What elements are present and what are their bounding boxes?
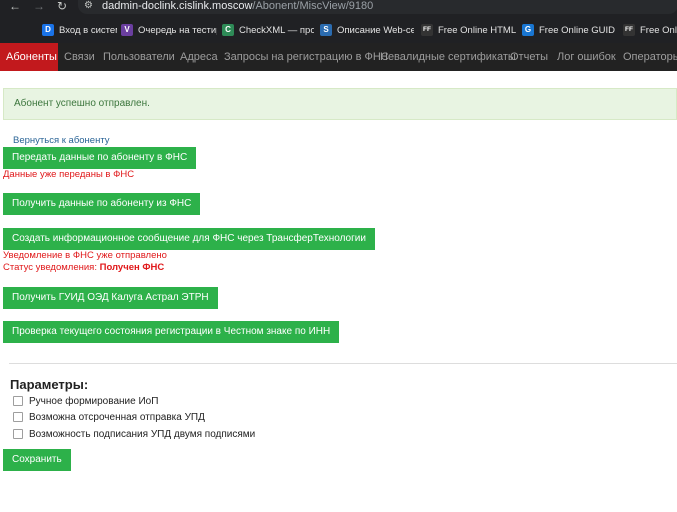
option-deferred-upd[interactable]: Возможна отсроченная отправка УПД — [13, 410, 205, 424]
notice-status-label: Статус уведомления: — [3, 262, 97, 273]
tab-addresses[interactable]: Адреса — [180, 43, 218, 71]
tab-error-log[interactable]: Лог ошибок — [557, 43, 616, 71]
back-to-subscriber-link[interactable]: Вернуться к абоненту — [13, 135, 110, 146]
checkbox[interactable] — [13, 429, 23, 439]
bookmarks-bar: D Вход в систему V Очередь на тестир... … — [0, 21, 677, 39]
bookmark-favicon-icon: FF — [421, 24, 433, 36]
get-guid-button[interactable]: Получить ГУИД ОЭД Калуга Астрал ЭТРН — [3, 287, 218, 309]
already-sent-note: Данные уже переданы в ФНС — [3, 169, 135, 180]
address-bar[interactable]: ⚙ dadmin-doclink.cislink.moscow/Abonent/… — [78, 0, 677, 14]
site-info-icon[interactable]: ⚙ — [84, 0, 97, 12]
tab-users[interactable]: Пользователи — [103, 43, 175, 71]
tab-fns-requests[interactable]: Запросы на регистрацию в ФНС — [224, 43, 389, 71]
get-from-fns-button[interactable]: Получить данные по абоненту из ФНС — [3, 193, 201, 215]
reload-icon[interactable]: ↻ — [55, 0, 69, 14]
tab-subscribers[interactable]: Абоненты — [0, 43, 58, 71]
create-info-message-button[interactable]: Создать информационное сообщение для ФНС… — [3, 228, 375, 250]
success-alert: Абонент успешно отправлен. — [3, 88, 677, 120]
bookmark-item[interactable]: G Free Online GUID G... — [522, 23, 617, 37]
option-manual-iop[interactable]: Ручное формирование ИоП — [13, 394, 158, 408]
notice-sent-note: Уведомление в ФНС уже отправлено — [3, 250, 167, 261]
tab-reports[interactable]: Отчеты — [510, 43, 548, 71]
option-dual-signature[interactable]: Возможность подписания УПД двумя подпися… — [13, 427, 255, 441]
bookmark-item[interactable]: FF Free Online — [623, 23, 677, 37]
forward-arrow-icon[interactable]: → — [32, 0, 46, 14]
bookmark-item[interactable]: C CheckXML — пров... — [222, 23, 314, 37]
bookmark-item[interactable]: D Вход в систему — [42, 23, 117, 37]
bookmark-item[interactable]: S Описание Web-сер... — [320, 23, 414, 37]
checkbox[interactable] — [13, 412, 23, 422]
tab-operators[interactable]: Операторы — [623, 43, 677, 71]
tab-invalid-certificates[interactable]: Невалидные сертификаты — [380, 43, 516, 71]
bookmark-item[interactable]: V Очередь на тестир... — [121, 23, 217, 37]
main-nav: Абоненты Связи Пользователи Адреса Запро… — [0, 43, 677, 71]
bookmark-favicon-icon: S — [320, 24, 332, 36]
browser-chrome: ← → ↻ ⚙ dadmin-doclink.cislink.moscow/Ab… — [0, 0, 677, 43]
address-row: ← → ↻ ⚙ dadmin-doclink.cislink.moscow/Ab… — [0, 0, 677, 15]
notice-status: Статус уведомления: Получен ФНС — [3, 262, 164, 273]
tab-links[interactable]: Связи — [64, 43, 95, 71]
checkbox[interactable] — [13, 396, 23, 406]
url-text[interactable]: dadmin-doclink.cislink.moscow/Abonent/Mi… — [102, 0, 373, 12]
check-registration-button[interactable]: Проверка текущего состояния регистрации … — [3, 321, 340, 343]
back-arrow-icon[interactable]: ← — [8, 0, 22, 14]
save-button[interactable]: Сохранить — [3, 449, 71, 471]
section-divider — [9, 363, 677, 364]
bookmark-favicon-icon: FF — [623, 24, 635, 36]
notice-status-value: Получен ФНС — [99, 262, 165, 273]
bookmark-favicon-icon: D — [42, 24, 54, 36]
params-heading: Параметры: — [10, 377, 89, 392]
bookmark-item[interactable]: FF Free Online HTML F... — [421, 23, 518, 37]
bookmark-favicon-icon: V — [121, 24, 133, 36]
bookmark-favicon-icon: G — [522, 24, 534, 36]
bookmark-favicon-icon: C — [222, 24, 234, 36]
send-to-fns-button[interactable]: Передать данные по абоненту в ФНС — [3, 147, 197, 169]
